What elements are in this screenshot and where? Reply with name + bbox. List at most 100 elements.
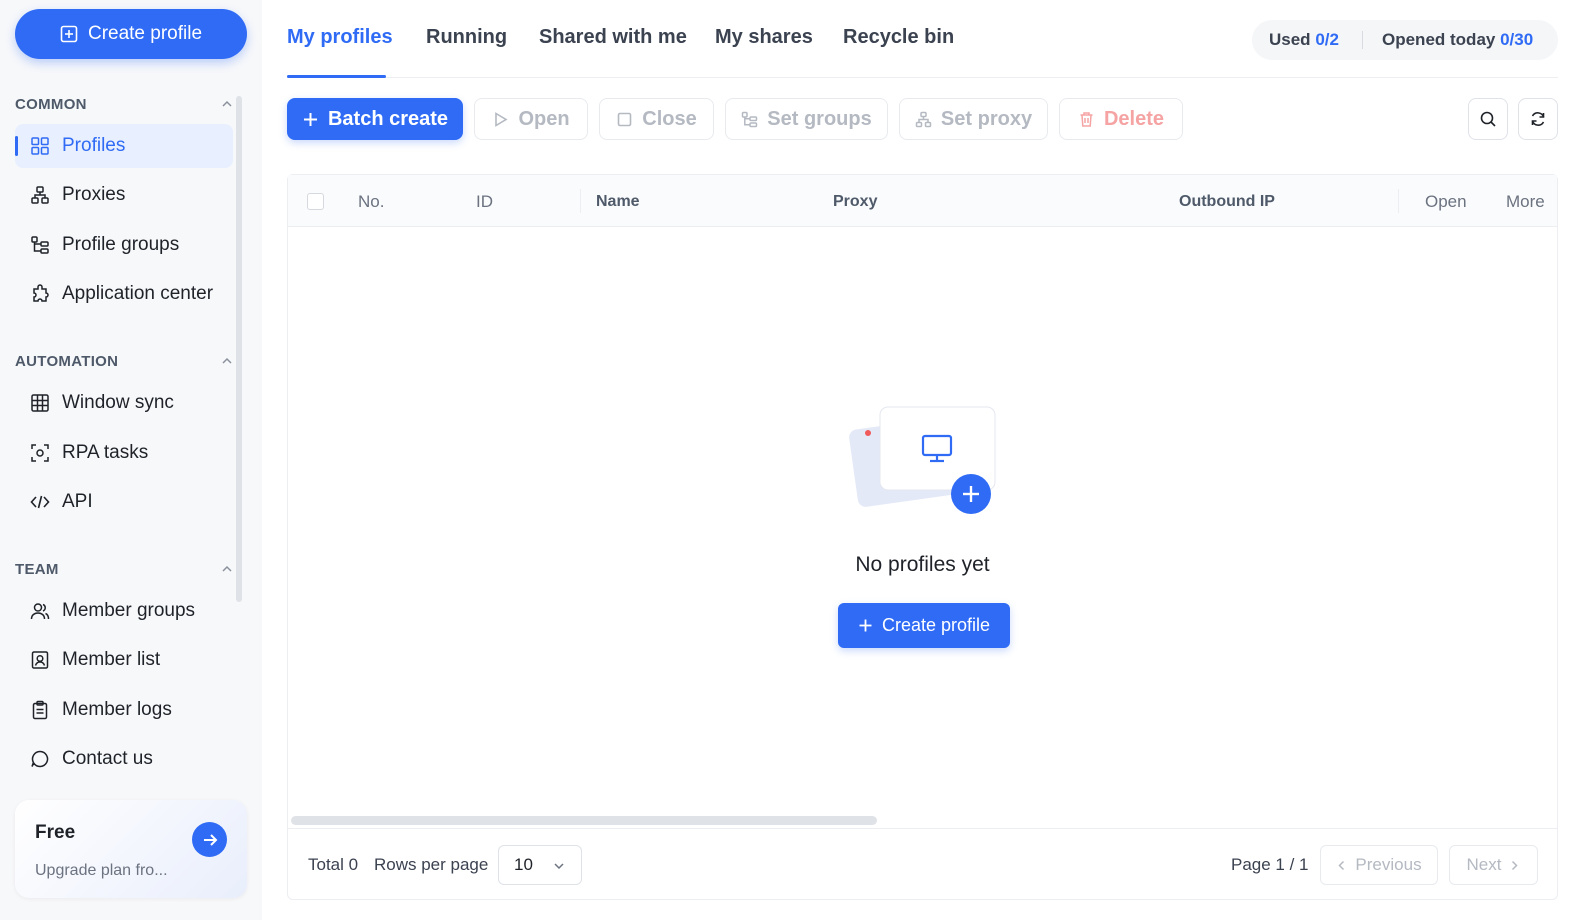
- opened-value: 0/30: [1500, 30, 1534, 49]
- delete-label: Delete: [1103, 107, 1165, 130]
- sidebar-item-label: RPA tasks: [62, 442, 149, 463]
- puzzle-icon: [33, 284, 49, 302]
- trash-icon: [1080, 111, 1093, 127]
- active-tab-indicator: [287, 75, 386, 78]
- opened-label: Opened today: [1382, 30, 1496, 49]
- used-label: Used: [1269, 30, 1311, 49]
- tab-my-profiles[interactable]: My profiles: [287, 26, 393, 49]
- sidebar-item-profiles[interactable]: Profiles: [15, 124, 233, 168]
- section-team-title: TEAM: [15, 560, 59, 578]
- chevron-right-icon: [1512, 860, 1519, 870]
- column-name: Name: [596, 193, 640, 210]
- upgrade-arrow-button[interactable]: [192, 822, 227, 857]
- sidebar-item-rpa-tasks[interactable]: RPA tasks: [15, 431, 233, 475]
- close-label: Close: [642, 107, 697, 130]
- used-value: 0/2: [1315, 30, 1339, 49]
- table-horizontal-scrollbar[interactable]: [291, 816, 877, 825]
- profiles-table: No. ID Name Proxy Outbound IP Open More …: [287, 174, 1558, 900]
- open-button[interactable]: Open: [474, 98, 588, 140]
- sidebar-item-contact-us[interactable]: Contact us: [15, 737, 233, 781]
- sidebar-item-member-list[interactable]: Member list: [15, 638, 233, 682]
- used-quota: Used 0/2: [1252, 30, 1362, 50]
- grid-icon: [31, 137, 49, 155]
- plan-card[interactable]: Free Upgrade plan fro...: [15, 800, 247, 898]
- column-open: Open: [1425, 192, 1467, 211]
- contact-card-icon: [31, 651, 49, 669]
- sidebar-item-label: Contact us: [62, 748, 153, 769]
- rows-per-page-select[interactable]: 10: [498, 845, 582, 885]
- sidebar-item-member-groups[interactable]: Member groups: [15, 589, 233, 633]
- column-more: More: [1506, 192, 1545, 211]
- sidebar-item-label: Member groups: [62, 600, 196, 621]
- set-groups-button[interactable]: Set groups: [725, 98, 888, 140]
- column-id: ID: [476, 192, 493, 211]
- sidebar-item-api[interactable]: API: [15, 480, 233, 524]
- sidebar-item-label: Profiles: [62, 135, 126, 156]
- sidebar-item-proxies[interactable]: Proxies: [15, 173, 233, 217]
- chevron-up-icon: [222, 100, 232, 107]
- section-common-title: COMMON: [15, 95, 87, 113]
- column-separator: [580, 189, 581, 213]
- add-square-icon: [60, 25, 78, 43]
- scan-icon: [31, 444, 49, 462]
- sidebar-item-label: Proxies: [62, 184, 126, 205]
- chevron-up-icon: [222, 565, 232, 572]
- chevron-left-icon: [1338, 860, 1345, 870]
- quota-indicator: Used 0/2 Opened today 0/30: [1252, 20, 1558, 60]
- create-profile-button[interactable]: Create profile: [15, 9, 247, 59]
- sidebar-item-label: Member list: [62, 649, 161, 670]
- tree-icon: [31, 236, 49, 254]
- rows-per-page-label: Rows per page: [374, 855, 489, 874]
- column-outbound-ip: Outbound IP: [1179, 193, 1275, 210]
- sidebar-item-member-logs[interactable]: Member logs: [15, 688, 233, 732]
- sidebar-item-window-sync[interactable]: Window sync: [15, 381, 233, 425]
- batch-create-button[interactable]: Batch create: [287, 98, 463, 140]
- section-automation[interactable]: AUTOMATION: [15, 351, 233, 371]
- arrow-right-icon: [203, 833, 217, 846]
- refresh-icon: [1531, 112, 1545, 126]
- sidebar-item-profile-groups[interactable]: Profile groups: [15, 223, 233, 267]
- code-icon: [30, 495, 50, 509]
- previous-page-button[interactable]: Previous: [1320, 845, 1438, 885]
- delete-button[interactable]: Delete: [1059, 98, 1183, 140]
- plus-icon: [303, 112, 317, 126]
- users-icon: [30, 603, 50, 620]
- clipboard-icon: [32, 700, 48, 720]
- column-separator: [1398, 189, 1399, 213]
- opened-today-quota: Opened today 0/30: [1363, 30, 1533, 50]
- network-icon: [915, 111, 932, 127]
- column-no: No.: [358, 192, 385, 211]
- tab-running[interactable]: Running: [426, 26, 507, 49]
- empty-create-profile-button[interactable]: Create profile: [838, 603, 1010, 648]
- open-label: Open: [518, 107, 570, 130]
- chevron-up-icon: [222, 357, 232, 364]
- tab-shared-with-me[interactable]: Shared with me: [539, 26, 687, 49]
- sidebar-scrollbar[interactable]: [236, 96, 242, 602]
- total-count: Total 0: [308, 855, 359, 874]
- next-page-button[interactable]: Next: [1449, 845, 1538, 885]
- tab-recycle-bin[interactable]: Recycle bin: [843, 26, 954, 49]
- section-team[interactable]: TEAM: [15, 559, 233, 579]
- rows-per-page-value: 10: [514, 855, 533, 874]
- set-proxy-label: Set proxy: [940, 107, 1033, 130]
- set-proxy-button[interactable]: Set proxy: [899, 98, 1048, 140]
- section-common[interactable]: COMMON: [15, 94, 233, 114]
- search-button[interactable]: [1468, 98, 1508, 140]
- tabs-divider: [287, 77, 1558, 78]
- sidebar-item-label: API: [62, 491, 93, 512]
- create-profile-label: Create profile: [87, 23, 203, 44]
- previous-label: Previous: [1355, 855, 1422, 874]
- tab-my-shares[interactable]: My shares: [715, 26, 813, 49]
- refresh-button[interactable]: [1518, 98, 1558, 140]
- stop-square-icon: [617, 112, 632, 126]
- sidebar-item-label: Application center: [62, 283, 214, 304]
- empty-state-text: No profiles yet: [855, 553, 990, 576]
- empty-profiles-illustration: [849, 406, 996, 514]
- sidebar-item-application-center[interactable]: Application center: [15, 272, 233, 316]
- close-button[interactable]: Close: [599, 98, 714, 140]
- table-header: No. ID Name Proxy Outbound IP Open More: [288, 175, 1557, 227]
- set-groups-label: Set groups: [767, 107, 872, 130]
- tree-icon: [742, 111, 758, 127]
- select-all-checkbox[interactable]: [307, 193, 324, 210]
- plan-title: Free: [35, 822, 76, 843]
